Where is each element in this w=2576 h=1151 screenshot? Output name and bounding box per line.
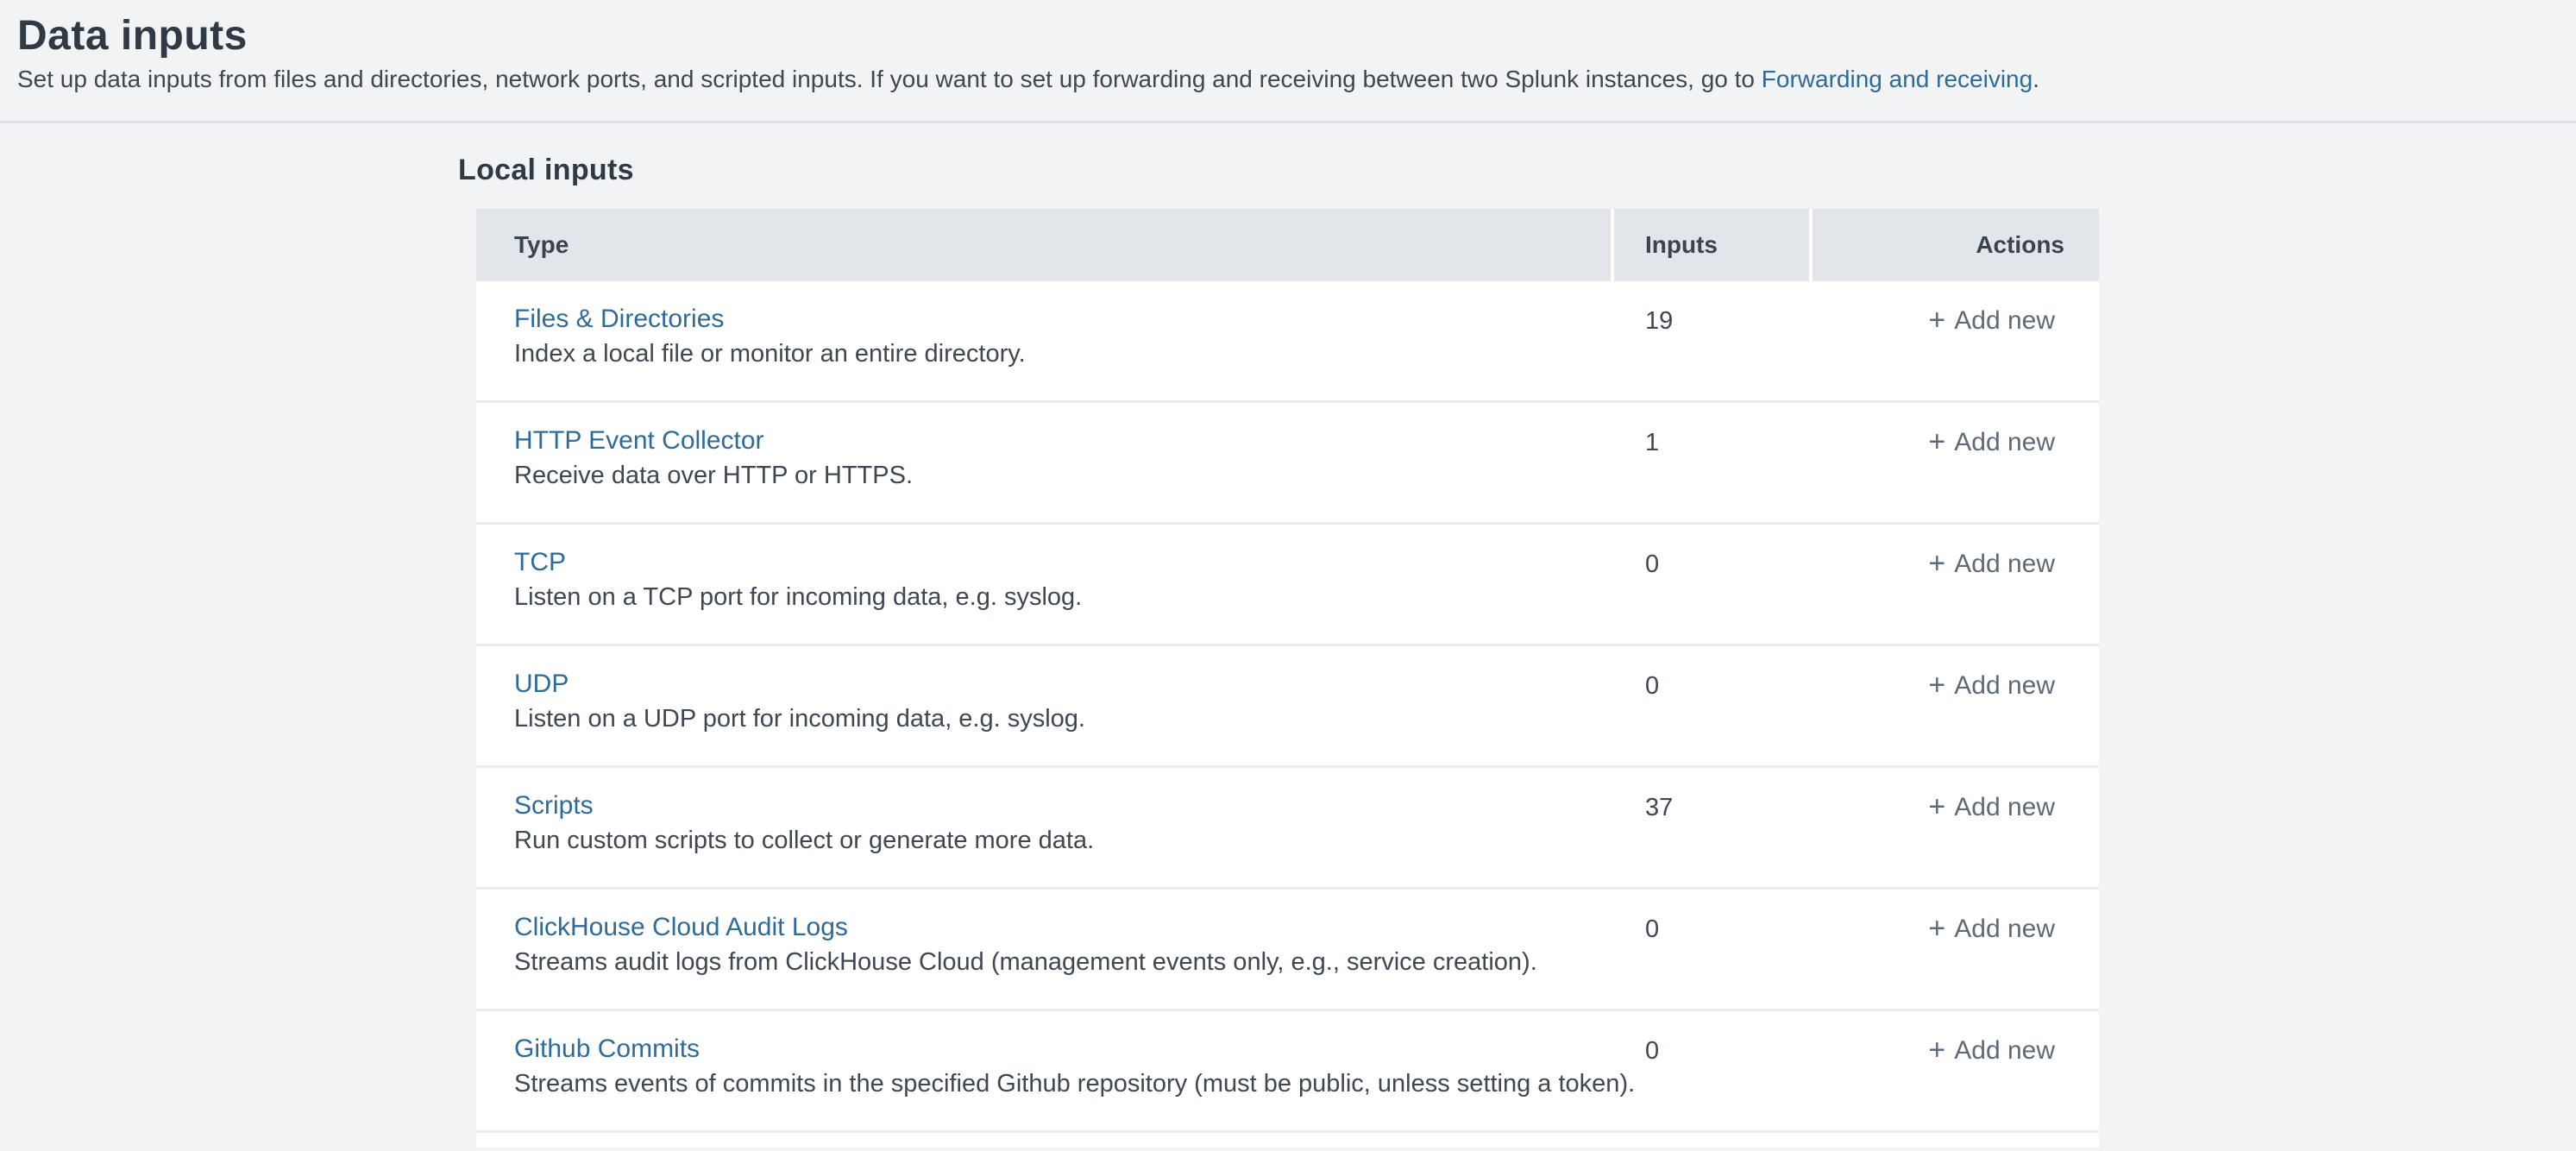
type-description: Run custom scripts to collect or generat… [514, 823, 1094, 858]
add-new-label: Add new [1954, 915, 2055, 943]
type-description: Streams audit logs from ClickHouse Cloud… [514, 945, 1537, 979]
page-title: Data inputs [17, 14, 2576, 59]
tcp-link[interactable]: TCP [514, 545, 566, 580]
add-new-button[interactable]: + Add new [1928, 912, 2055, 946]
table-row-partial [476, 1133, 2099, 1148]
table-row-github-commits: Github Commits Streams events of commits… [476, 1011, 2099, 1133]
forwarding-and-receiving-link[interactable]: Forwarding and receiving [1762, 66, 2033, 92]
scripts-link[interactable]: Scripts [514, 789, 594, 823]
inputs-count: 19 [1645, 305, 1673, 336]
add-new-label: Add new [1954, 306, 2055, 335]
plus-icon: + [1928, 669, 1945, 701]
inputs-count: 0 [1645, 914, 1659, 945]
plus-icon: + [1928, 425, 1945, 458]
add-new-label: Add new [1954, 428, 2055, 456]
local-inputs-table: Type Inputs Actions Files & Directories … [476, 209, 2099, 1148]
table-row-clickhouse-cloud-audit-logs: ClickHouse Cloud Audit Logs Streams audi… [476, 890, 2099, 1011]
add-new-label: Add new [1954, 793, 2055, 821]
type-cell: HTTP Event Collector Receive data over H… [514, 424, 913, 493]
add-new-label: Add new [1954, 671, 2055, 700]
page-header: Data inputs Set up data inputs from file… [0, 0, 2576, 123]
section-title-local-inputs: Local inputs [458, 154, 2576, 186]
plus-icon: + [1928, 304, 1945, 336]
plus-icon: + [1928, 547, 1945, 580]
inputs-count: 0 [1645, 1035, 1659, 1066]
type-cell: Github Commits Streams events of commits… [514, 1032, 1635, 1101]
type-description: Receive data over HTTP or HTTPS. [514, 458, 913, 493]
plus-icon: + [1928, 1034, 1945, 1066]
add-new-button[interactable]: + Add new [1928, 425, 2055, 459]
inputs-count: 0 [1645, 549, 1659, 580]
http-event-collector-link[interactable]: HTTP Event Collector [514, 424, 764, 458]
add-new-button[interactable]: + Add new [1928, 1034, 2055, 1067]
add-new-button[interactable]: + Add new [1928, 790, 2055, 824]
column-header-type: Type [476, 209, 1611, 281]
table-header-row: Type Inputs Actions [476, 209, 2099, 281]
type-description: Index a local file or monitor an entire … [514, 336, 1026, 371]
subtitle-text: Set up data inputs from files and direct… [17, 66, 1762, 92]
files-directories-link[interactable]: Files & Directories [514, 302, 724, 336]
inputs-count: 1 [1645, 427, 1659, 458]
type-description: Listen on a TCP port for incoming data, … [514, 580, 1082, 614]
subtitle-period: . [2033, 66, 2039, 92]
plus-icon: + [1928, 790, 1945, 823]
table-row-http-event-collector: HTTP Event Collector Receive data over H… [476, 403, 2099, 525]
type-cell: Scripts Run custom scripts to collect or… [514, 789, 1094, 858]
type-cell: UDP Listen on a UDP port for incoming da… [514, 667, 1085, 736]
main-content: Local inputs Type Inputs Actions Files &… [0, 154, 2576, 1148]
table-row-scripts: Scripts Run custom scripts to collect or… [476, 768, 2099, 890]
inputs-count: 0 [1645, 670, 1659, 701]
inputs-count: 37 [1645, 792, 1673, 823]
github-commits-link[interactable]: Github Commits [514, 1032, 700, 1066]
table-row-tcp: TCP Listen on a TCP port for incoming da… [476, 525, 2099, 646]
plus-icon: + [1928, 912, 1945, 945]
table-row-files-directories: Files & Directories Index a local file o… [476, 281, 2099, 403]
type-cell: ClickHouse Cloud Audit Logs Streams audi… [514, 910, 1537, 979]
type-cell: TCP Listen on a TCP port for incoming da… [514, 545, 1082, 614]
type-cell: Files & Directories Index a local file o… [514, 302, 1026, 371]
udp-link[interactable]: UDP [514, 667, 569, 701]
add-new-label: Add new [1954, 1036, 2055, 1065]
page-subtitle: Set up data inputs from files and direct… [17, 66, 2576, 93]
add-new-button[interactable]: + Add new [1928, 304, 2055, 337]
table-row-udp: UDP Listen on a UDP port for incoming da… [476, 646, 2099, 768]
add-new-button[interactable]: + Add new [1928, 547, 2055, 581]
add-new-label: Add new [1954, 550, 2055, 578]
clickhouse-cloud-audit-logs-link[interactable]: ClickHouse Cloud Audit Logs [514, 910, 848, 945]
column-header-inputs: Inputs [1614, 209, 1809, 281]
type-description: Streams events of commits in the specifi… [514, 1066, 1635, 1101]
type-description: Listen on a UDP port for incoming data, … [514, 701, 1085, 736]
add-new-button[interactable]: + Add new [1928, 669, 2055, 702]
column-header-actions: Actions [1813, 209, 2099, 281]
